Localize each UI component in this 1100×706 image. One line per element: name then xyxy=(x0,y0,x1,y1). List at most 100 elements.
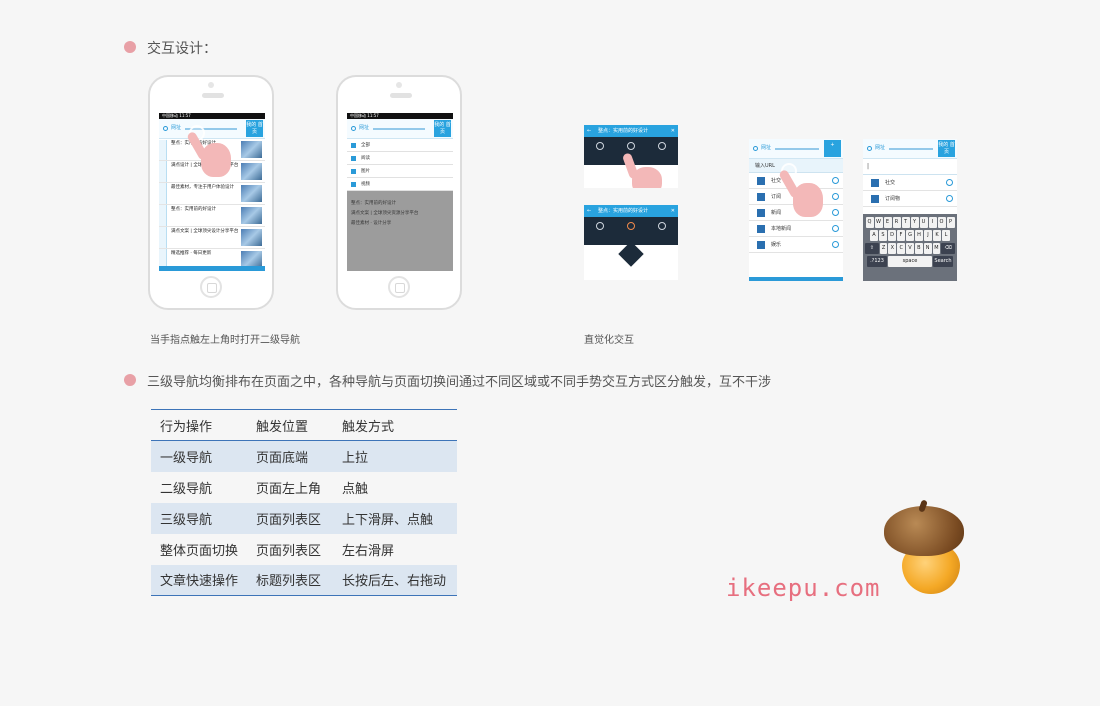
clock-icon[interactable] xyxy=(596,142,604,150)
favorite-popup xyxy=(618,241,644,267)
add-circle-icon[interactable] xyxy=(832,225,839,232)
search-key[interactable]: Search xyxy=(933,256,953,267)
home-button[interactable]: 我的 首页 xyxy=(246,120,263,137)
key[interactable]: U xyxy=(919,217,928,228)
delete-key[interactable]: ⌫ xyxy=(941,243,956,254)
close-icon[interactable]: ✕ xyxy=(671,205,675,217)
key[interactable]: W xyxy=(874,217,883,228)
key[interactable]: Z xyxy=(879,243,888,254)
key[interactable]: K xyxy=(933,230,941,241)
key[interactable]: S xyxy=(879,230,887,241)
iphone-mockup-1: 中国移动 11:57 网址 我的 首页 整点：实用前的好设计 满点设计 | 全球… xyxy=(148,75,274,310)
space-key[interactable]: space xyxy=(888,256,932,267)
social-icon xyxy=(871,179,879,187)
nav-menu-item[interactable]: 全部 xyxy=(347,139,453,152)
back-arrow-icon[interactable]: ← xyxy=(587,205,591,217)
key[interactable]: M xyxy=(932,243,941,254)
keyboard-row: ⇧ Z X C V B N M ⌫ xyxy=(864,243,956,254)
detail-title: 整点：实用前的好设计 xyxy=(598,128,649,134)
comment-icon[interactable] xyxy=(658,222,666,230)
list-item[interactable]: 订阅物 xyxy=(863,191,957,207)
url-bar[interactable] xyxy=(889,148,933,150)
globe-icon[interactable] xyxy=(351,126,356,131)
list-item[interactable]: 满点文案 | 全球顶尖设计分享平台 xyxy=(159,227,265,249)
comment-icon[interactable] xyxy=(658,142,666,150)
globe-icon[interactable] xyxy=(753,146,758,151)
key[interactable]: G xyxy=(906,230,914,241)
table-cell: 左右滑屏 xyxy=(342,543,395,559)
detail-title: 整点：实用前的好设计 xyxy=(598,208,649,214)
phone-screen: 中国移动 11:57 网址 我的 首页 整点：实用前的好设计 满点设计 | 全球… xyxy=(159,113,265,271)
key[interactable]: T xyxy=(901,217,910,228)
url-input-field[interactable]: | xyxy=(863,159,957,175)
list-item: 整点：实用前的好设计 xyxy=(351,201,396,206)
url-bar[interactable] xyxy=(775,148,819,150)
key[interactable]: J xyxy=(924,230,932,241)
heart-icon[interactable] xyxy=(627,222,635,230)
globe-icon[interactable] xyxy=(867,146,872,151)
nav-menu-item[interactable]: 阅读 xyxy=(347,152,453,165)
key[interactable]: C xyxy=(897,243,906,254)
app-header: 网址 我的 首页 xyxy=(863,139,957,159)
shift-key[interactable]: ⇧ xyxy=(864,243,879,254)
list-item[interactable]: 社交 xyxy=(863,175,957,191)
add-circle-icon[interactable] xyxy=(832,209,839,216)
list-item: 满点文案 | 全球顶尖资源分享平台 xyxy=(351,211,419,216)
table-cell: 页面列表区 xyxy=(256,543,322,559)
watermark-text: ikeepu.com xyxy=(726,574,881,602)
home-button-hardware xyxy=(388,276,410,298)
keyboard-row: .?123 space Search xyxy=(865,256,955,267)
url-label[interactable]: 网址 xyxy=(875,144,885,151)
add-circle-icon[interactable] xyxy=(946,195,953,202)
table-header-row: 行为操作 触发位置 触发方式 xyxy=(151,409,457,441)
app-header: 网址 + xyxy=(749,139,843,159)
bottom-nav-bar[interactable] xyxy=(749,277,843,281)
key[interactable]: V xyxy=(906,243,914,254)
dimmed-content-overlay[interactable]: 整点：实用前的好设计 满点文案 | 全球顶尖资源分享平台 最佳素材 · 设计分享 xyxy=(347,191,453,271)
url-label[interactable]: 网址 xyxy=(359,124,369,131)
key[interactable]: N xyxy=(923,243,932,254)
column-header: 触发位置 xyxy=(247,409,333,441)
key[interactable]: L xyxy=(942,230,950,241)
table-cell: 三级导航 xyxy=(151,502,247,534)
key[interactable]: E xyxy=(883,217,892,228)
list-item: 最佳素材 · 设计分享 xyxy=(351,221,392,226)
home-button[interactable]: 我的 首页 xyxy=(434,120,451,137)
section-title-1: 交互设计： xyxy=(147,41,217,57)
close-icon[interactable]: ✕ xyxy=(671,125,675,137)
key[interactable]: Q xyxy=(865,217,874,228)
back-arrow-icon[interactable]: ← xyxy=(587,125,591,137)
key[interactable]: H xyxy=(915,230,923,241)
add-circle-icon[interactable] xyxy=(832,177,839,184)
add-circle-icon[interactable] xyxy=(946,179,953,186)
key[interactable]: X xyxy=(888,243,897,254)
add-circle-icon[interactable] xyxy=(832,241,839,248)
hand-gesture-icon xyxy=(620,152,670,188)
globe-icon[interactable] xyxy=(163,126,168,131)
key[interactable]: P xyxy=(946,217,955,228)
list-item[interactable]: 整点：实用前的好设计 xyxy=(159,205,265,227)
nav-menu-item[interactable]: 视频 xyxy=(347,178,453,191)
nav-menu-item[interactable]: 图片 xyxy=(347,165,453,178)
key[interactable]: D xyxy=(888,230,896,241)
url-label[interactable]: 网址 xyxy=(171,124,181,131)
home-button-hardware xyxy=(200,276,222,298)
heart-icon[interactable] xyxy=(627,142,635,150)
key[interactable]: O xyxy=(937,217,946,228)
bottom-nav-bar[interactable] xyxy=(159,266,265,271)
key[interactable]: Y xyxy=(910,217,919,228)
url-label[interactable]: 网址 xyxy=(761,144,771,151)
add-icon[interactable]: + xyxy=(824,140,841,157)
key[interactable]: F xyxy=(897,230,905,241)
url-bar[interactable] xyxy=(373,128,425,130)
key[interactable]: R xyxy=(892,217,901,228)
add-circle-icon[interactable] xyxy=(832,193,839,200)
numbers-key[interactable]: .?123 xyxy=(867,256,887,267)
clock-icon[interactable] xyxy=(596,222,604,230)
home-button[interactable]: 我的 首页 xyxy=(938,140,955,157)
list-item[interactable]: 娱乐 xyxy=(749,237,843,253)
key[interactable]: B xyxy=(914,243,923,254)
thumbnail xyxy=(241,185,262,202)
key[interactable]: I xyxy=(928,217,937,228)
key[interactable]: A xyxy=(870,230,878,241)
